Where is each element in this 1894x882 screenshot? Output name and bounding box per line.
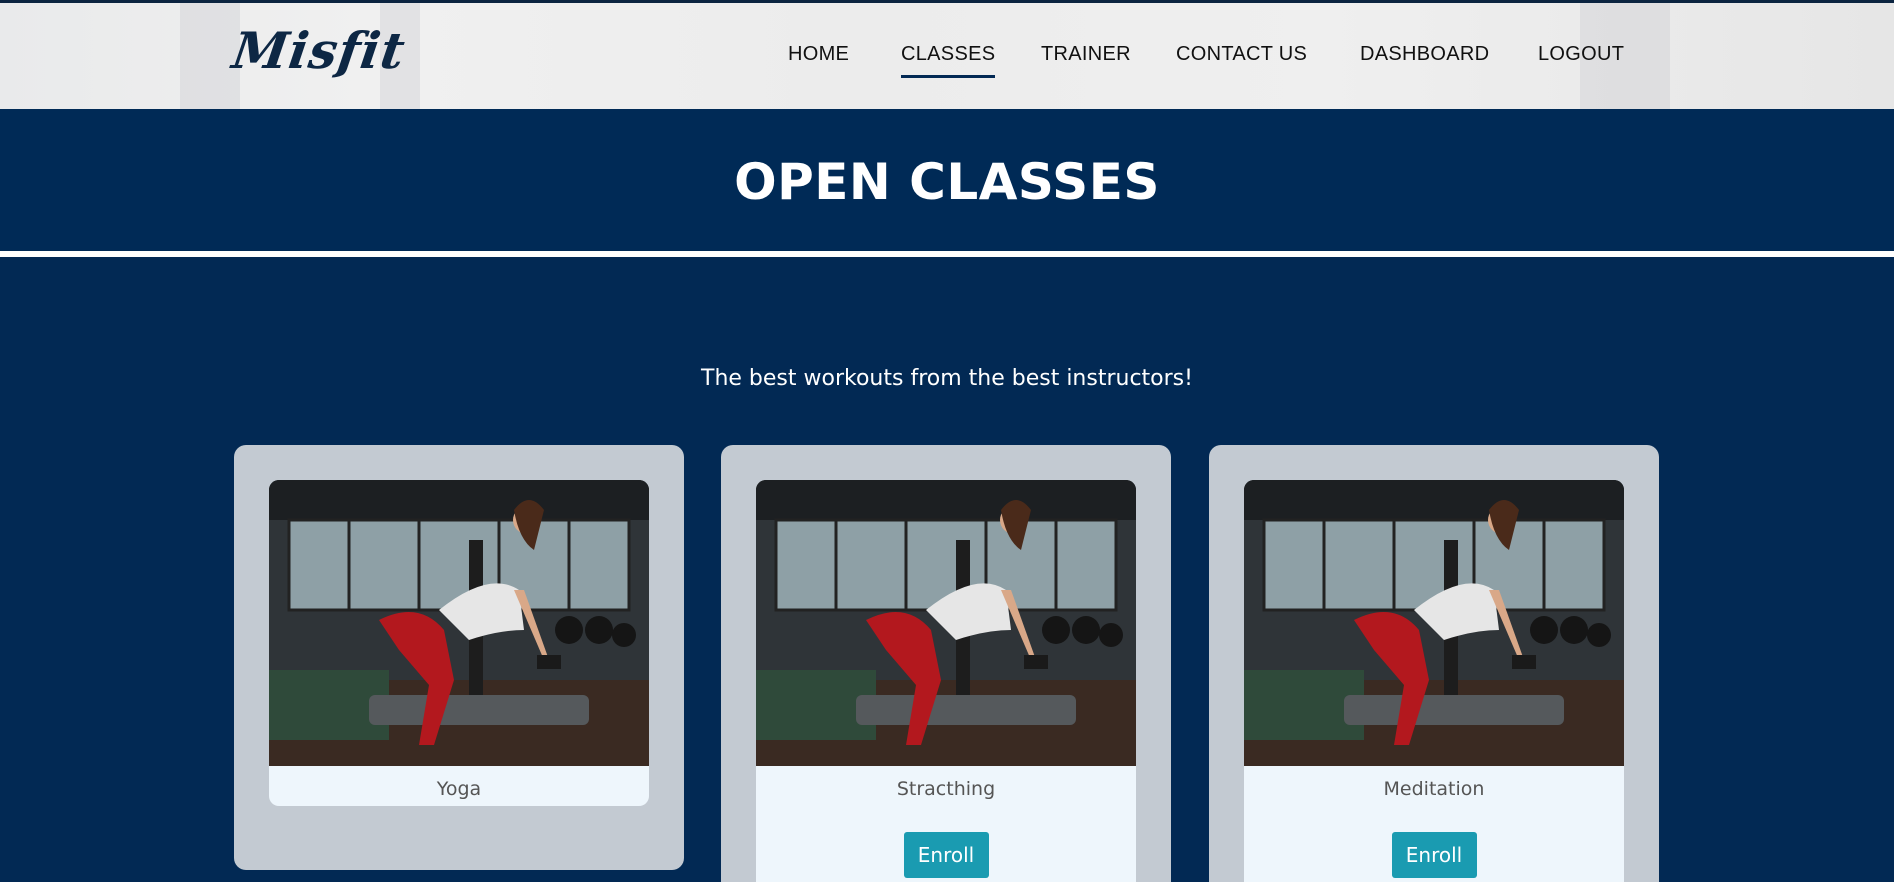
class-card-meditation: Meditation Enroll xyxy=(1209,445,1659,882)
page-subtitle: The best workouts from the best instruct… xyxy=(701,366,1193,391)
nav-logout[interactable]: LOGOUT xyxy=(1538,43,1624,66)
enroll-button[interactable]: Enroll xyxy=(1391,832,1477,878)
nav-contact-us[interactable]: CONTACT US xyxy=(1176,43,1307,66)
site-header: Misfit HOME CLASSES TRAINER CONTACT US D… xyxy=(0,0,1894,109)
class-photo xyxy=(269,480,649,766)
main-nav: HOME CLASSES TRAINER CONTACT US DASHBOAR… xyxy=(0,43,1894,83)
class-photo xyxy=(1244,480,1624,766)
nav-trainer[interactable]: TRAINER xyxy=(1041,43,1131,66)
class-card-content: Yoga xyxy=(269,480,649,806)
gym-photo-image xyxy=(756,480,1136,766)
class-card-content: Meditation Enroll xyxy=(1244,480,1624,882)
nav-classes[interactable]: CLASSES xyxy=(901,43,996,78)
gym-photo-image xyxy=(1244,480,1624,766)
nav-dashboard[interactable]: DASHBOARD xyxy=(1360,43,1489,66)
gym-photo-image xyxy=(269,480,649,766)
class-card-content: Stracthing Enroll xyxy=(756,480,1136,882)
class-card-yoga: Yoga xyxy=(234,445,684,870)
class-card-stracthing: Stracthing Enroll xyxy=(721,445,1171,882)
class-name: Meditation xyxy=(1383,778,1485,800)
nav-home[interactable]: HOME xyxy=(788,43,849,66)
page-title-banner: OPEN CLASSES xyxy=(0,109,1894,251)
class-photo xyxy=(756,480,1136,766)
banner-divider xyxy=(0,251,1894,257)
enroll-button[interactable]: Enroll xyxy=(903,832,989,878)
page-title: OPEN CLASSES xyxy=(734,153,1160,211)
class-name: Yoga xyxy=(436,778,482,800)
class-name: Stracthing xyxy=(896,778,996,800)
